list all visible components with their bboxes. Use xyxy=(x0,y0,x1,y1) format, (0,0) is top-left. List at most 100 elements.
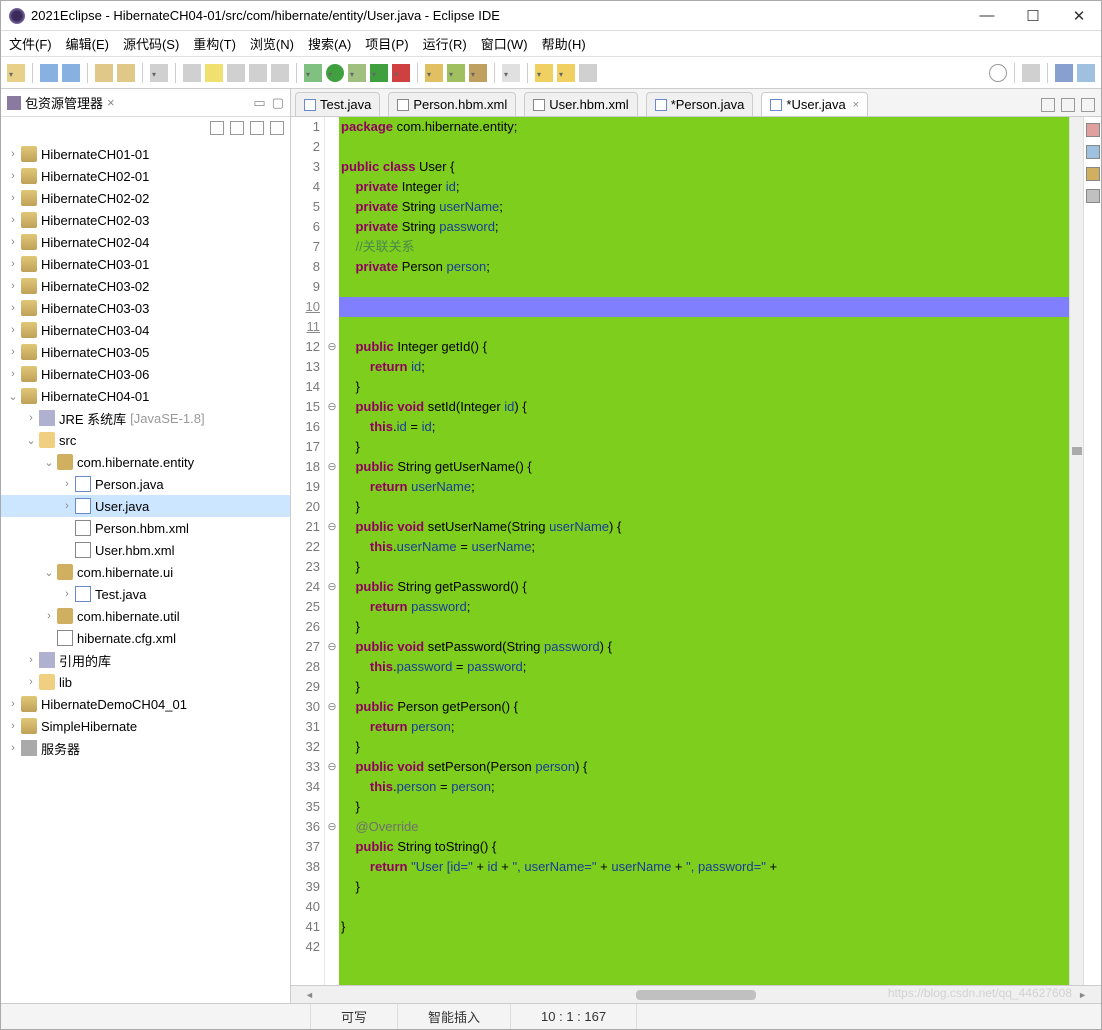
pin-icon[interactable] xyxy=(579,64,597,82)
tree-node[interactable]: ›HibernateDemoCH04_01 xyxy=(1,693,290,715)
save-all-icon[interactable] xyxy=(62,64,80,82)
maximize-button[interactable]: ☐ xyxy=(1019,5,1047,27)
open-perspective-icon[interactable] xyxy=(1022,64,1040,82)
tree-node[interactable]: hibernate.cfg.xml xyxy=(1,627,290,649)
menu-item[interactable]: 项目(P) xyxy=(365,34,408,53)
tab-list-icon[interactable] xyxy=(1041,98,1055,112)
build-icon[interactable] xyxy=(150,64,168,82)
problems-icon[interactable] xyxy=(1086,189,1100,203)
tree-node[interactable]: ›HibernateCH03-06 xyxy=(1,363,290,385)
toggle-mark-icon[interactable] xyxy=(205,64,223,82)
tree-node[interactable]: ⌄com.hibernate.ui xyxy=(1,561,290,583)
javaee-perspective-icon[interactable] xyxy=(1077,64,1095,82)
fold-gutter[interactable]: ⊖⊖⊖⊖⊖⊖⊖⊖⊖ xyxy=(325,117,339,985)
tree-node[interactable]: User.hbm.xml xyxy=(1,539,290,561)
new-type-icon[interactable] xyxy=(469,64,487,82)
tree[interactable]: ›HibernateCH01-01›HibernateCH02-01›Hiber… xyxy=(1,139,290,1003)
menu-item[interactable]: 搜索(A) xyxy=(308,34,351,53)
tree-node[interactable]: ›SimpleHibernate xyxy=(1,715,290,737)
task-list-icon[interactable] xyxy=(1086,145,1100,159)
close-button[interactable]: ✕ xyxy=(1065,5,1093,27)
maximize-view-icon[interactable]: ▢ xyxy=(272,95,284,111)
line-gutter[interactable]: 1234567891011121314151617181920212223242… xyxy=(291,117,325,985)
tree-node[interactable]: ›lib xyxy=(1,671,290,693)
link-icon[interactable] xyxy=(1086,167,1100,181)
annotation-nav-icon[interactable] xyxy=(271,64,289,82)
code-editor[interactable]: 1234567891011121314151617181920212223242… xyxy=(291,117,1083,985)
tree-node[interactable]: Person.hbm.xml xyxy=(1,517,290,539)
tree-node[interactable]: ›Test.java xyxy=(1,583,290,605)
menu-item[interactable]: 重构(T) xyxy=(193,34,236,53)
editor-tab[interactable]: *Person.java xyxy=(646,92,754,116)
tree-node[interactable]: ›HibernateCH03-04 xyxy=(1,319,290,341)
run-icon[interactable] xyxy=(326,64,344,82)
tree-node[interactable]: ›HibernateCH03-02 xyxy=(1,275,290,297)
close-tab-icon[interactable]: × xyxy=(853,99,859,111)
close-view-icon[interactable]: × xyxy=(107,95,115,110)
tree-node[interactable]: ›HibernateCH02-01 xyxy=(1,165,290,187)
tree-node[interactable]: ⌄src xyxy=(1,429,290,451)
debug-icon[interactable] xyxy=(304,64,322,82)
back-icon[interactable] xyxy=(535,64,553,82)
search-drop-icon[interactable] xyxy=(502,64,520,82)
maximize-editor-icon[interactable] xyxy=(1081,98,1095,112)
editor-tab[interactable]: *User.java× xyxy=(761,92,868,116)
minimize-editor-icon[interactable] xyxy=(1061,98,1075,112)
menu-item[interactable]: 编辑(E) xyxy=(66,34,109,53)
menu-item[interactable]: 运行(R) xyxy=(423,34,467,53)
tree-node[interactable]: ⌄HibernateCH04-01 xyxy=(1,385,290,407)
minimize-button[interactable]: — xyxy=(973,5,1001,27)
focus-task-icon[interactable] xyxy=(250,121,264,135)
redo-icon[interactable] xyxy=(117,64,135,82)
horizontal-scrollbar[interactable] xyxy=(291,985,1101,1003)
editor-tab[interactable]: Test.java xyxy=(295,92,380,116)
tree-node[interactable]: ›HibernateCH03-03 xyxy=(1,297,290,319)
show-whitespace-icon[interactable] xyxy=(249,64,267,82)
tree-node[interactable]: ›服务器 xyxy=(1,737,290,759)
coverage-icon[interactable] xyxy=(348,64,366,82)
proj-icon xyxy=(21,718,37,734)
tree-node[interactable]: ›HibernateCH03-01 xyxy=(1,253,290,275)
menu-item[interactable]: 文件(F) xyxy=(9,34,52,53)
editor-tab[interactable]: Person.hbm.xml xyxy=(388,92,516,116)
forward-icon[interactable] xyxy=(557,64,575,82)
new-icon[interactable] xyxy=(7,64,25,82)
new-class-icon[interactable] xyxy=(447,64,465,82)
tree-node[interactable]: ›com.hibernate.util xyxy=(1,605,290,627)
toggle-block-icon[interactable] xyxy=(227,64,245,82)
tree-node[interactable]: ›Person.java xyxy=(1,473,290,495)
tree-node[interactable]: ›JRE 系统库[JavaSE-1.8] xyxy=(1,407,290,429)
tree-node[interactable]: ›User.java xyxy=(1,495,290,517)
proj-icon xyxy=(21,146,37,162)
tree-node[interactable]: ›引用的库 xyxy=(1,649,290,671)
menu-item[interactable]: 浏览(N) xyxy=(250,34,294,53)
tree-node[interactable]: ›HibernateCH02-02 xyxy=(1,187,290,209)
menu-item[interactable]: 帮助(H) xyxy=(542,34,586,53)
run-last-icon[interactable] xyxy=(370,64,388,82)
menu-item[interactable]: 窗口(W) xyxy=(481,34,528,53)
collapse-all-icon[interactable] xyxy=(210,121,224,135)
srv-icon xyxy=(21,740,37,756)
new-package-icon[interactable] xyxy=(425,64,443,82)
editor-tab[interactable]: User.hbm.xml xyxy=(524,92,637,116)
save-icon[interactable] xyxy=(40,64,58,82)
tree-node[interactable]: ›HibernateCH01-01 xyxy=(1,143,290,165)
minimize-view-icon[interactable]: ▭ xyxy=(253,95,265,111)
link-editor-icon[interactable] xyxy=(230,121,244,135)
view-menu-icon[interactable] xyxy=(270,121,284,135)
tool-bar xyxy=(1,57,1101,89)
java-perspective-icon[interactable] xyxy=(1055,64,1073,82)
tree-node[interactable]: ›HibernateCH03-05 xyxy=(1,341,290,363)
outline-icon[interactable] xyxy=(1086,123,1100,137)
tree-node[interactable]: ›HibernateCH02-04 xyxy=(1,231,290,253)
toggle-breadcrumb-icon[interactable] xyxy=(183,64,201,82)
tree-node[interactable]: ⌄com.hibernate.entity xyxy=(1,451,290,473)
right-trim xyxy=(1083,117,1101,985)
overview-ruler[interactable] xyxy=(1069,117,1083,985)
tree-node[interactable]: ›HibernateCH02-03 xyxy=(1,209,290,231)
search-icon[interactable] xyxy=(989,64,1007,82)
proj-icon xyxy=(21,388,37,404)
menu-item[interactable]: 源代码(S) xyxy=(123,34,179,53)
undo-icon[interactable] xyxy=(95,64,113,82)
external-tools-icon[interactable] xyxy=(392,64,410,82)
